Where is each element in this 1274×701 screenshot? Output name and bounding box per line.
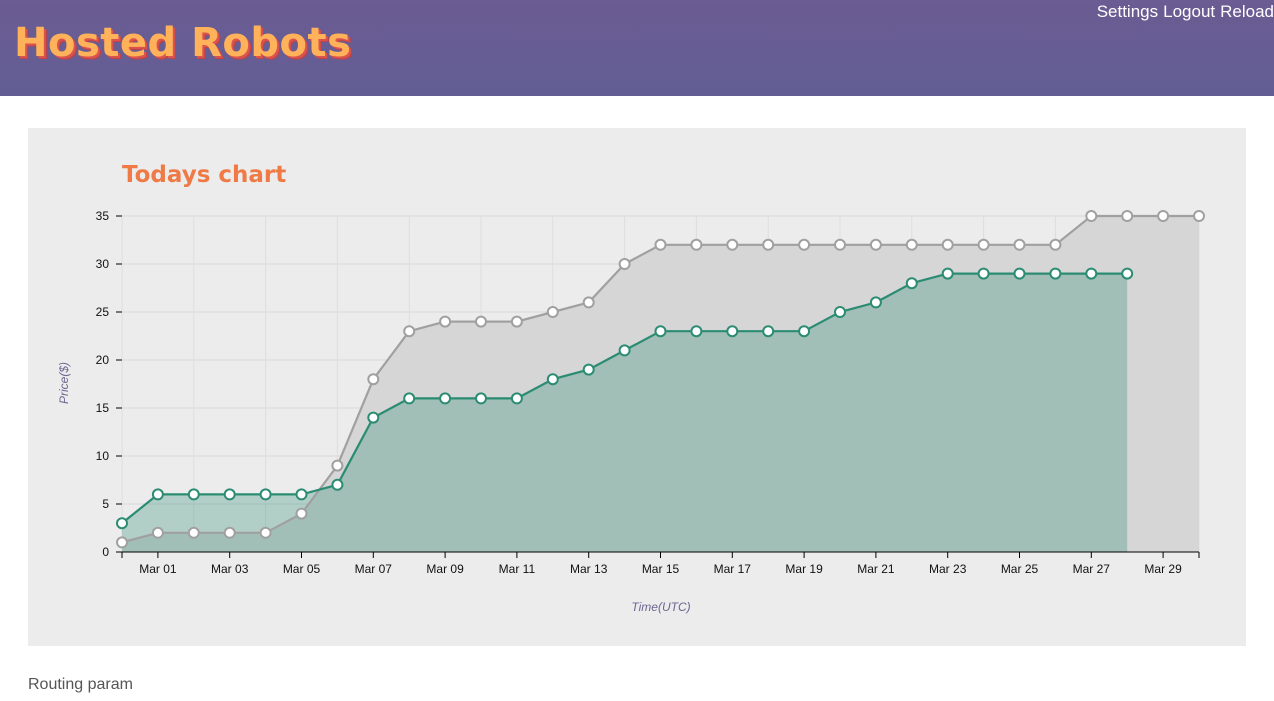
data-point (582, 363, 595, 376)
data-point (223, 526, 236, 539)
data-point (403, 325, 416, 338)
x-tick-label: Mar 13 (570, 562, 608, 576)
data-point (259, 488, 272, 501)
data-point (762, 325, 775, 338)
data-point (1013, 238, 1026, 251)
x-tick-label: Mar 09 (426, 562, 464, 576)
y-tick-label: 10 (96, 449, 110, 463)
x-tick-label: Mar 07 (355, 562, 393, 576)
data-point (510, 392, 523, 405)
top-nav: Settings Logout Reload (1092, 0, 1274, 22)
data-point (654, 325, 667, 338)
data-point (331, 459, 344, 472)
x-tick-label: Mar 29 (1144, 562, 1182, 576)
x-tick-label: Mar 01 (139, 562, 177, 576)
x-tick-label: Mar 19 (785, 562, 823, 576)
y-tick-label: 35 (96, 209, 110, 223)
data-point (905, 277, 918, 290)
data-point (259, 526, 272, 539)
x-tick-label: Mar 25 (1001, 562, 1039, 576)
data-point (1085, 210, 1098, 222)
data-point (1157, 210, 1170, 222)
data-point (726, 325, 739, 338)
data-point (1193, 210, 1205, 222)
data-point (116, 517, 128, 530)
data-point (546, 373, 559, 386)
brand-logo[interactable]: Hosted Robots (14, 20, 351, 66)
data-point (475, 392, 487, 405)
data-point (187, 526, 200, 539)
data-point (762, 238, 775, 251)
data-point (331, 478, 344, 491)
data-point (367, 411, 380, 424)
data-point (151, 526, 164, 539)
data-point (439, 392, 452, 405)
data-point (834, 306, 846, 318)
data-point (1013, 267, 1026, 280)
data-point (869, 296, 882, 309)
y-tick-label: 0 (102, 545, 109, 559)
data-point (1085, 267, 1098, 280)
data-point (869, 238, 882, 251)
y-tick-label: 5 (102, 497, 109, 511)
data-point (116, 536, 128, 549)
routing-param-label: Routing param (28, 676, 133, 693)
data-point (403, 392, 416, 405)
data-point (1049, 267, 1062, 280)
y-tick-label: 15 (96, 401, 110, 415)
x-tick-label: Mar 27 (1073, 562, 1111, 576)
data-point (726, 238, 739, 251)
x-tick-label: Mar 03 (211, 562, 249, 576)
data-point (439, 315, 452, 328)
data-point (941, 238, 954, 251)
data-point (977, 238, 990, 251)
data-point (367, 373, 380, 386)
data-point (941, 267, 954, 280)
data-point (834, 238, 846, 251)
data-point (1121, 210, 1134, 222)
data-point (690, 238, 703, 251)
logout-link[interactable]: Logout (1158, 0, 1215, 22)
data-point (977, 267, 990, 280)
data-point (510, 315, 523, 328)
x-tick-label: Mar 17 (714, 562, 752, 576)
x-tick-label: Mar 15 (642, 562, 680, 576)
x-axis-label: Time(UTC) (631, 600, 690, 614)
data-point (582, 296, 595, 309)
price-chart: Mar 01 Mar 03 Mar 05 Mar 07 Mar 09 Mar 11 Mar … (57, 209, 1205, 614)
data-point (654, 238, 667, 251)
data-point (187, 488, 200, 501)
data-point (295, 488, 308, 501)
x-tick-label: Mar 11 (499, 562, 536, 576)
y-tick-label: 30 (96, 257, 110, 271)
x-tick-label: Mar 23 (929, 562, 967, 576)
y-tick-label: 20 (96, 353, 110, 367)
chart-areas (122, 216, 1199, 552)
data-point (690, 325, 703, 338)
reload-link[interactable]: Reload (1215, 0, 1274, 22)
data-point (151, 488, 164, 501)
data-point (295, 507, 308, 520)
data-point (798, 238, 811, 251)
data-point (618, 344, 631, 357)
data-point (905, 238, 918, 251)
y-axis-label: Price($) (57, 362, 71, 404)
data-point (1049, 238, 1062, 251)
data-point (798, 325, 811, 338)
chart-panel: Todays chart Mar 01 Mar 03 Mar 05 Mar 07 Mar… (28, 128, 1246, 646)
settings-link[interactable]: Settings (1092, 0, 1158, 22)
top-bar: Hosted Robots Settings Logout Reload (0, 0, 1274, 96)
x-tick-label: Mar 21 (857, 562, 895, 576)
data-point (1121, 267, 1134, 280)
data-point (618, 258, 631, 270)
y-tick-label: 25 (96, 305, 110, 319)
data-point (475, 315, 487, 328)
x-tick-label: Mar 05 (283, 562, 321, 576)
data-point (546, 306, 559, 318)
data-point (223, 488, 236, 501)
